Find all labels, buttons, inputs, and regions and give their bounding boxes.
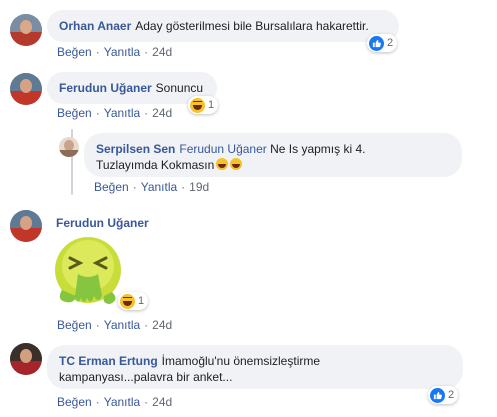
like-icon — [430, 387, 445, 403]
reply-actions: Beğen · Yanıtla · 19d — [94, 180, 210, 194]
reaction-count-text: 2 — [387, 37, 394, 49]
avatar[interactable] — [10, 73, 42, 105]
like-link[interactable]: Beğen — [57, 106, 92, 120]
comment-actions: Beğen · Yanıtla · 24d — [57, 106, 173, 120]
comment-bubble: TC Erman Ertung İmamoğlu'nu önemsizleştir… — [47, 345, 463, 389]
reply-bubble: Serpilsen Sen Ferudun Uğaner Ne Is yapmış… — [84, 133, 462, 177]
haha-icon — [190, 97, 205, 113]
comment-actions: Beğen · Yanıtla · 24d — [57, 318, 173, 332]
reaction-count[interactable]: 1 — [118, 292, 149, 310]
reply-time[interactable]: 19d — [189, 180, 209, 194]
reaction-count[interactable]: 1 — [188, 96, 219, 114]
like-icon — [369, 35, 384, 51]
comment-actions: Beğen · Yanıtla · 24d — [57, 395, 173, 409]
avatar[interactable] — [10, 343, 42, 375]
reaction-count-text: 1 — [208, 99, 215, 111]
like-link[interactable]: Beğen — [57, 45, 92, 59]
reply-link[interactable]: Yanıtla — [104, 395, 140, 409]
comment-author[interactable]: TC Erman Ertung — [59, 354, 158, 368]
comment-author[interactable]: Orhan Anaer — [59, 19, 131, 33]
avatar[interactable] — [10, 14, 42, 46]
comment-time[interactable]: 24d — [152, 318, 172, 332]
like-link[interactable]: Beğen — [94, 180, 129, 194]
reaction-count[interactable]: 2 — [428, 386, 459, 404]
reply-link[interactable]: Yanıtla — [104, 106, 140, 120]
comment-time[interactable]: 24d — [152, 395, 172, 409]
comment-author[interactable]: Ferudun Uğaner — [59, 81, 152, 95]
comment-text: Sonuncu — [155, 81, 204, 95]
avatar[interactable] — [10, 210, 42, 242]
comment-actions: Beğen · Yanıtla · 24d — [57, 45, 173, 59]
reply-link[interactable]: Yanıtla — [141, 180, 177, 194]
comment-time[interactable]: 24d — [152, 106, 172, 120]
comment-text: Aday gösterilmesi bile Bursalılara hakar… — [135, 19, 369, 33]
reply-link[interactable]: Yanıtla — [104, 318, 140, 332]
comment-author[interactable]: Ferudun Uğaner — [56, 216, 149, 230]
reaction-count[interactable]: 2 — [367, 34, 398, 52]
like-link[interactable]: Beğen — [57, 318, 92, 332]
comment-bubble: Orhan Anaer Aday gösterilmesi bile Bursal… — [47, 10, 399, 42]
reply-text-line1: Ne Is yapmış ki 4. — [270, 142, 366, 156]
comment-time[interactable]: 24d — [152, 45, 172, 59]
comment-text-line2: kampanyası...palavra bir anket... — [59, 370, 233, 384]
reaction-count-text: 1 — [138, 295, 145, 307]
reply-mention[interactable]: Ferudun Uğaner — [179, 142, 266, 156]
reply-link[interactable]: Yanıtla — [104, 45, 140, 59]
reply-avatar[interactable] — [59, 137, 79, 157]
reaction-count-text: 2 — [448, 389, 455, 401]
comment-text-line1: İmamoğlu'nu önemsizleştirme — [161, 354, 321, 368]
laughing-emoji-icon — [216, 158, 229, 170]
like-link[interactable]: Beğen — [57, 395, 92, 409]
reply-text-line2: Tuzlayımda Kokmasın — [96, 158, 215, 172]
reply-author[interactable]: Serpilsen Sen — [96, 142, 175, 156]
laughing-emoji-icon — [230, 158, 243, 170]
haha-icon — [120, 293, 135, 309]
